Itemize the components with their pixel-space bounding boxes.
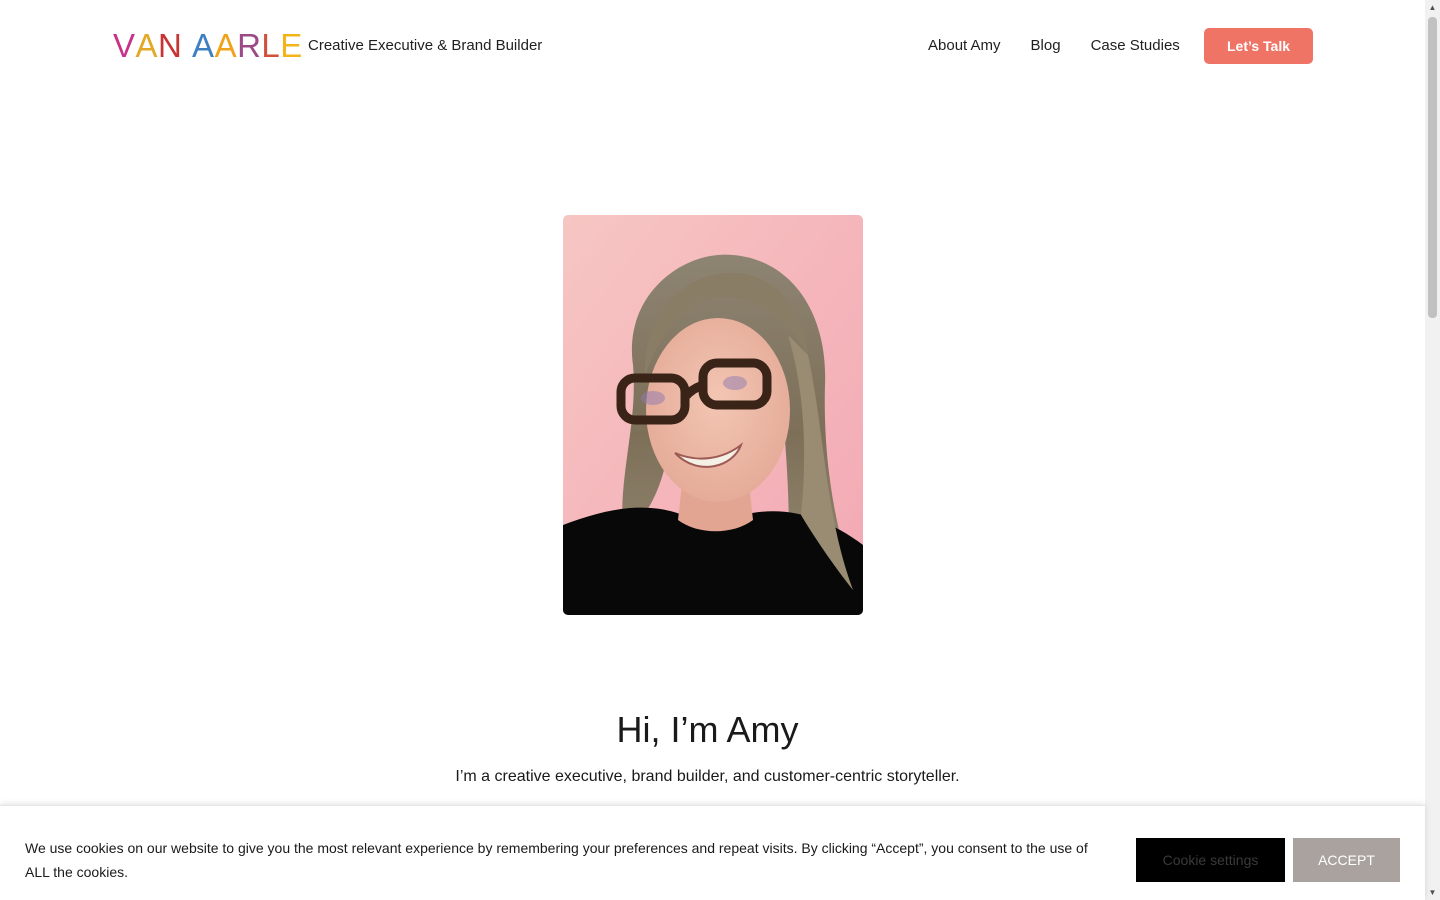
site-tagline: Creative Executive & Brand Builder bbox=[308, 37, 543, 54]
cookie-settings-button[interactable]: Cookie settings bbox=[1136, 838, 1285, 882]
site-logo[interactable]: VAN AARLE bbox=[113, 28, 303, 64]
portrait-photo bbox=[563, 215, 863, 615]
nav-link-case-studies[interactable]: Case Studies bbox=[1091, 36, 1180, 56]
logo-letter: R bbox=[237, 27, 262, 64]
logo-letter: A bbox=[214, 27, 238, 64]
scroll-up-arrow-icon[interactable]: ▲ bbox=[1425, 0, 1440, 15]
nav-link-about-amy[interactable]: About Amy bbox=[928, 36, 1001, 56]
logo-letter: E bbox=[280, 27, 303, 64]
page: VAN AARLE Creative Executive & Brand Bui… bbox=[0, 0, 1440, 900]
logo-letter: A bbox=[192, 27, 215, 64]
site-header: VAN AARLE Creative Executive & Brand Bui… bbox=[0, 0, 1425, 92]
logo-letter: N bbox=[158, 27, 183, 64]
main-nav: About Amy Blog Case Studies bbox=[928, 36, 1180, 56]
hero-title: Hi, I’m Amy bbox=[616, 709, 799, 750]
logo-letter bbox=[182, 28, 192, 64]
cookie-consent-text: We use cookies on our website to give yo… bbox=[25, 840, 1088, 880]
cookie-accept-button[interactable]: ACCEPT bbox=[1293, 838, 1400, 882]
scroll-down-arrow-icon[interactable]: ▼ bbox=[1425, 885, 1440, 900]
logo-letter: L bbox=[261, 27, 281, 64]
logo-letter: V bbox=[113, 27, 136, 64]
vertical-scrollbar[interactable]: ▲ ▼ bbox=[1425, 0, 1440, 900]
scrollbar-thumb[interactable] bbox=[1428, 17, 1437, 318]
logo-letter: A bbox=[135, 27, 159, 64]
cookie-consent-banner: We use cookies on our website to give yo… bbox=[0, 805, 1425, 900]
nav-link-blog[interactable]: Blog bbox=[1031, 36, 1061, 56]
lets-talk-button[interactable]: Let’s Talk bbox=[1204, 28, 1313, 64]
hero-subtitle: I’m a creative executive, brand builder,… bbox=[455, 768, 960, 785]
